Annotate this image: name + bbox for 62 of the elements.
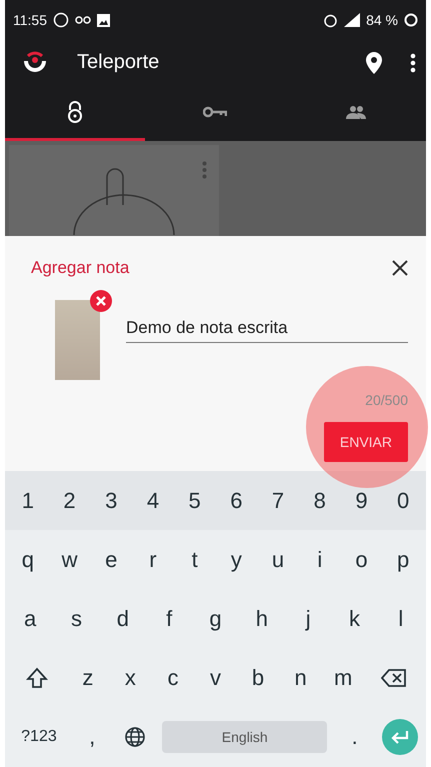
keyboard-key[interactable]: 6 [216,478,258,524]
close-icon[interactable] [392,260,408,276]
keyboard-key[interactable]: 2 [48,478,90,524]
keyboard-key[interactable]: o [340,536,382,583]
keyboard-key[interactable]: x [109,655,152,702]
keyboard-key[interactable]: 7 [257,478,299,524]
keyboard-key[interactable]: n [279,655,322,702]
keyboard-key[interactable]: 1 [6,478,49,524]
keyboard-key[interactable]: 4 [132,478,174,524]
keyboard-key[interactable]: i [298,536,341,583]
keyboard-key[interactable]: b [236,655,280,702]
symbols-key[interactable]: ?123 [7,714,71,760]
keyboard-key[interactable]: , [70,714,114,760]
keyboard-key[interactable]: p [382,536,424,583]
keyboard-key[interactable]: . [333,714,376,760]
keyboard-key[interactable]: m [322,655,364,702]
battery-level: 84 % [366,12,398,28]
keyboard-key[interactable]: c [152,655,194,702]
keyboard-key[interactable]: g [192,596,239,642]
padlock-icon [66,100,84,122]
keyboard-key[interactable]: w [48,536,90,583]
more-options-icon [202,161,207,179]
keyboard-key[interactable]: 9 [340,478,382,524]
location-pin-icon[interactable] [366,52,382,74]
globe-icon [124,726,146,748]
app-title: Teleporte [77,51,160,74]
keyboard-key[interactable]: y [216,536,258,583]
character-counter: 20/500 [365,392,408,408]
keyboard-key[interactable]: 0 [382,478,424,524]
people-icon [344,104,367,118]
keyboard-key[interactable]: z [66,655,110,702]
battery-icon [404,13,418,27]
keyboard-key[interactable]: l [378,596,424,642]
shift-icon [26,667,48,690]
status-time: 11:55 [13,12,47,28]
signal-icon [344,13,360,27]
keyboard-key[interactable]: d [100,596,146,642]
space-key[interactable]: English [162,721,328,754]
keyboard-key[interactable]: s [53,596,100,642]
more-options-icon[interactable] [410,52,416,72]
note-input[interactable]: Demo de nota escrita [126,318,408,343]
enter-icon [390,729,410,746]
key-icon [203,106,228,118]
keyboard-key[interactable]: u [257,536,299,583]
keyboard-key[interactable]: k [331,596,378,642]
keyboard-key[interactable]: v [194,655,237,702]
keyboard-key[interactable]: 8 [298,478,341,524]
image-icon [97,14,110,26]
keyboard-key[interactable]: f [146,596,192,642]
keyboard-key[interactable]: r [132,536,174,583]
keyboard-key[interactable]: j [284,596,332,642]
keyboard-key[interactable]: t [174,536,216,583]
keyboard-key[interactable]: h [238,596,285,642]
keyboard-key[interactable]: 5 [174,478,216,524]
keyboard-key[interactable]: q [6,536,49,583]
keyboard-key[interactable]: e [90,536,132,583]
sheet-title: Agregar nota [31,258,130,278]
keyboard-key[interactable]: a [7,596,54,642]
remove-icon[interactable] [90,290,112,312]
backspace-icon [381,668,408,688]
keyboard-key[interactable]: 3 [90,478,132,524]
voicemail-icon [75,16,91,24]
